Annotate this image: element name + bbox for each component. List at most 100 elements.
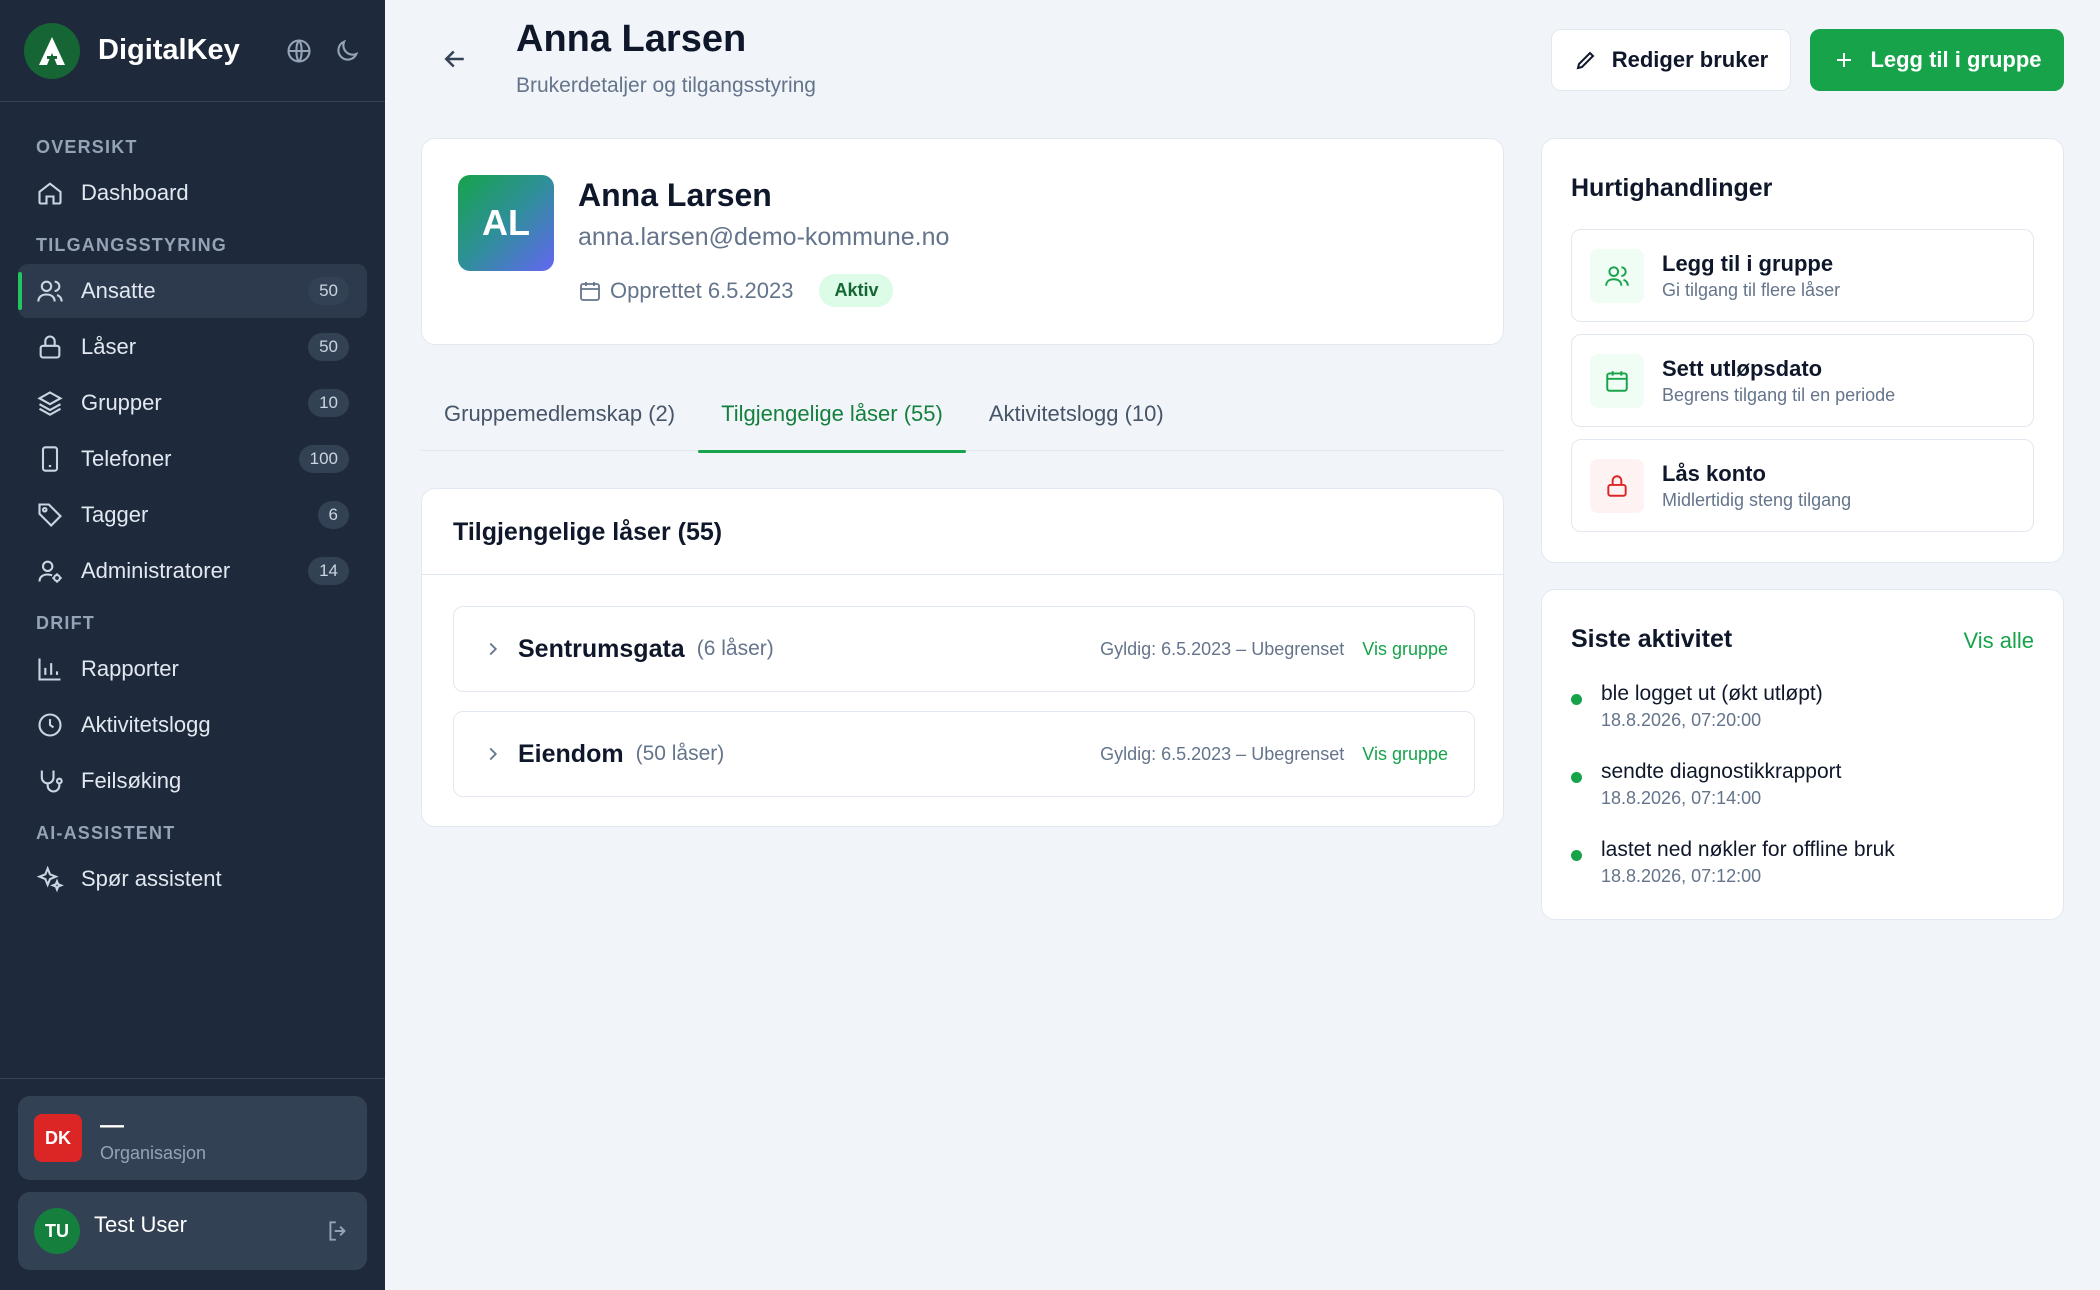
sidebar-item-label: Tagger [81, 502, 149, 527]
activity-item: ble logget ut (økt utløpt) 18.8.2026, 07… [1571, 682, 2031, 731]
sparkles-icon [36, 865, 64, 893]
sidebar-footer: DK — Organisasjon TU Test User [0, 1078, 385, 1290]
brand-bar: DigitalKey [0, 0, 385, 102]
status-badge: Aktiv [819, 274, 894, 307]
view-group-link[interactable]: Vis gruppe [1362, 744, 1448, 765]
activity-text: ble logget ut (økt utløpt) [1601, 682, 1823, 705]
users-icon [36, 277, 64, 305]
recent-activity-card: Siste aktivitet Vis alle ble logget ut (… [1541, 589, 2064, 920]
sidebar-item-label: Spør assistent [81, 866, 222, 891]
sidebar-item-label: Telefoner [81, 446, 172, 471]
edit-user-button[interactable]: Rediger bruker [1551, 29, 1791, 91]
back-arrow-icon[interactable] [440, 44, 470, 74]
globe-icon[interactable] [285, 37, 313, 65]
brand-name: DigitalKey [98, 34, 240, 66]
count-badge: 14 [308, 557, 349, 585]
activity-time: 18.8.2026, 07:20:00 [1601, 710, 1762, 730]
calendar-icon [578, 279, 602, 303]
calendar-icon [1590, 353, 1644, 408]
sidebar-item-ansatte[interactable]: Ansatte 50 [18, 264, 367, 318]
sidebar: DigitalKey OVERSIKT Dashboard TILGANGSST… [0, 0, 385, 1290]
quick-action-add-to-group[interactable]: Legg til i gruppe Gi tilgang til flere l… [1571, 229, 2034, 322]
sidebar-item-telefoner[interactable]: Telefoner 100 [18, 432, 367, 486]
moon-icon[interactable] [333, 37, 361, 65]
sidebar-item-label: Låser [81, 334, 137, 359]
lock-group-row[interactable]: Sentrumsgata (6 låser) Gyldig: 6.5.2023 … [453, 606, 1475, 692]
brand-logo[interactable] [24, 22, 80, 79]
created-date: Opprettet 6.5.2023 [610, 277, 794, 303]
quick-action-lock-account[interactable]: Lås konto Midlertidig steng tilgang [1571, 439, 2034, 532]
sidebar-item-tagger[interactable]: Tagger 6 [18, 488, 367, 542]
count-badge: 10 [308, 389, 349, 417]
quick-action-set-expiry[interactable]: Sett utløpsdato Begrens tilgang til en p… [1571, 334, 2034, 427]
activity-text: lastet ned nøkler for offline bruk [1601, 838, 1895, 861]
sidebar-item-administratorer[interactable]: Administratorer 14 [18, 544, 367, 598]
lock-group-validity: Gyldig: 6.5.2023 – Ubegrenset [1100, 638, 1345, 659]
lock-group-validity: Gyldig: 6.5.2023 – Ubegrenset [1100, 743, 1345, 764]
logout-icon[interactable] [325, 1218, 351, 1244]
quick-action-text: Legg til i gruppe Gi tilgang til flere l… [1662, 251, 1840, 301]
pencil-icon [1574, 48, 1598, 72]
activity-item: lastet ned nøkler for offline bruk 18.8.… [1571, 838, 2031, 887]
user-cog-icon [36, 557, 64, 585]
plus-icon [1832, 48, 1856, 72]
sidebar-item-laser[interactable]: Låser 50 [18, 320, 367, 374]
count-badge: 6 [317, 501, 349, 529]
profile-meta: Opprettet 6.5.2023 Aktiv [578, 274, 894, 307]
org-name: — [100, 1111, 124, 1139]
sidebar-item-grupper[interactable]: Grupper 10 [18, 376, 367, 430]
activity-text: sendte diagnostikkrapport [1601, 760, 1842, 783]
nav-section-title: DRIFT [36, 613, 95, 633]
lock-group-count: (50 låser) [635, 742, 725, 765]
lock-group-name: Eiendom [518, 739, 624, 768]
available-locks-card: Tilgjengelige låser (55) Sentrumsgata (6… [421, 488, 1504, 827]
nav-section-title: OVERSIKT [36, 137, 138, 157]
lock-icon [1590, 458, 1644, 513]
org-switcher[interactable]: DK — Organisasjon [18, 1096, 367, 1180]
user-card[interactable]: TU Test User [18, 1192, 367, 1270]
sidebar-item-aktivitetslogg[interactable]: Aktivitetslogg [18, 698, 367, 752]
page-subtitle: Brukerdetaljer og tilgangsstyring [516, 74, 816, 97]
sidebar-item-dashboard[interactable]: Dashboard [18, 166, 367, 220]
quick-action-text: Lås konto Midlertidig steng tilgang [1662, 461, 1851, 511]
users-icon [1590, 248, 1644, 303]
sidebar-item-spor-assistent[interactable]: Spør assistent [18, 852, 367, 906]
bar-chart-icon [36, 655, 64, 683]
lock-group-count: (6 låser) [696, 637, 774, 660]
org-label: Organisasjon [100, 1142, 207, 1163]
layers-icon [36, 389, 64, 417]
sidebar-item-label: Administratorer [81, 558, 231, 583]
lock-group-row[interactable]: Eiendom (50 låser) Gyldig: 6.5.2023 – Ub… [453, 711, 1475, 797]
sidebar-item-label: Dashboard [81, 180, 189, 205]
quick-actions-card: Hurtighandlinger Legg til i gruppe Gi ti… [1541, 138, 2064, 563]
quick-action-title: Legg til i gruppe [1662, 250, 1834, 276]
status-dot [1571, 694, 1582, 705]
view-all-link[interactable]: Vis alle [1963, 628, 2034, 654]
sidebar-item-feilsoking[interactable]: Feilsøking [18, 754, 367, 808]
avatar: TU [34, 1208, 80, 1254]
clock-icon [36, 711, 64, 739]
sidebar-item-label: Ansatte [81, 278, 156, 303]
add-to-group-button[interactable]: Legg til i gruppe [1810, 29, 2064, 91]
nav-section-title: AI-ASSISTENT [36, 823, 176, 843]
tag-icon [36, 501, 64, 529]
sidebar-item-label: Rapporter [81, 656, 179, 681]
activity-time: 18.8.2026, 07:12:00 [1601, 866, 1762, 886]
quick-action-subtitle: Midlertidig steng tilgang [1662, 489, 1852, 510]
avatar: AL [458, 175, 554, 271]
sidebar-item-label: Aktivitetslogg [81, 712, 211, 737]
chevron-right-icon[interactable] [482, 638, 504, 660]
edit-user-label: Rediger bruker [1611, 47, 1769, 72]
tab-gruppemedlemskap[interactable]: Gruppemedlemskap (2) [421, 383, 698, 451]
activity-item: sendte diagnostikkrapport 18.8.2026, 07:… [1571, 760, 2031, 809]
sidebar-item-rapporter[interactable]: Rapporter [18, 642, 367, 696]
status-dot [1571, 850, 1582, 861]
tab-aktivitetslogg[interactable]: Aktivitetslogg (10) [966, 383, 1187, 451]
profile-email: anna.larsen@demo-kommune.no [578, 223, 950, 251]
lock-icon [36, 333, 64, 361]
view-group-link[interactable]: Vis gruppe [1362, 639, 1448, 660]
chevron-right-icon[interactable] [482, 743, 504, 765]
org-text: — Organisasjon [100, 1111, 207, 1164]
tab-tilgjengelige-laser[interactable]: Tilgjengelige låser (55) [698, 383, 966, 453]
tab-bar: Gruppemedlemskap (2) Tilgjengelige låser… [421, 383, 1504, 453]
